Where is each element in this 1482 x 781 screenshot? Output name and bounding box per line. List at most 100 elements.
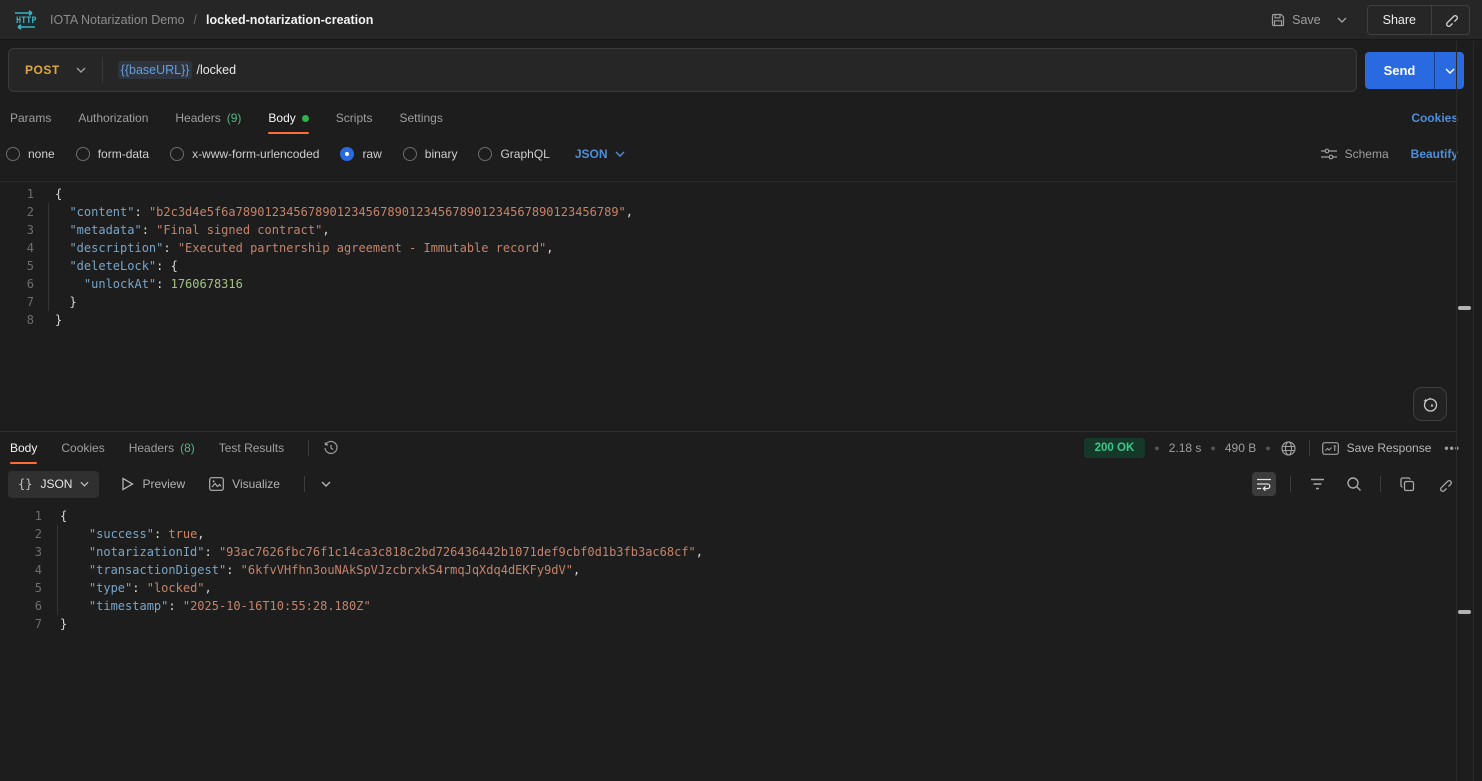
svg-text:HTTP: HTTP [16,16,36,26]
word-wrap-button[interactable] [1252,472,1276,496]
method-selector[interactable]: POST [9,63,76,77]
body-type-graphql[interactable]: GraphQL [478,147,549,161]
braces-icon: {} [18,477,32,491]
response-body-editor[interactable]: 1{2 "success": true,3 "notarizationId": … [0,504,1456,781]
body-type-binary[interactable]: binary [403,147,458,161]
schema-button[interactable]: Schema [1321,147,1389,161]
body-type-none[interactable]: none [6,147,55,161]
body-type-selector: none form-data x-www-form-urlencoded raw… [0,138,1300,170]
response-link-button[interactable] [1432,472,1456,496]
tab-settings[interactable]: Settings [399,102,442,134]
url-input[interactable]: {{baseURL}} /locked [118,61,236,79]
code-text: "metadata": "Final signed contract", [34,223,330,237]
cookies-link[interactable]: Cookies [1411,102,1458,134]
visualize-button[interactable]: Visualize [209,477,280,491]
code-line[interactable]: 6 "timestamp": "2025-10-16T10:55:28.180Z… [0,597,1456,615]
code-line[interactable]: 1{ [0,507,1456,525]
code-line[interactable]: 7} [0,615,1456,633]
format-more-button[interactable] [321,481,331,487]
beautify-button[interactable]: Beautify [1411,147,1458,161]
response-scrollbar-thumb[interactable] [1458,610,1471,614]
globe-icon [1280,440,1297,457]
line-number: 3 [0,545,42,559]
filter-button[interactable] [1305,472,1329,496]
separator [1290,476,1291,492]
code-line[interactable]: 7 } [0,293,1456,311]
send-button[interactable]: Send [1365,52,1434,89]
chevron-down-icon [80,481,89,487]
tab-body[interactable]: Body [268,102,308,134]
code-line[interactable]: 3 "metadata": "Final signed contract", [0,221,1456,239]
line-number: 4 [0,563,42,577]
preview-button[interactable]: Preview [121,477,185,491]
breadcrumb-collection[interactable]: IOTA Notarization Demo [50,13,185,27]
code-text: { [34,187,62,201]
code-line[interactable]: 8} [0,311,1456,329]
chevron-down-icon [321,481,331,487]
tab-headers[interactable]: Headers(9) [175,102,241,134]
code-text: } [42,617,67,631]
code-line[interactable]: 6 "unlockAt": 1760678316 [0,275,1456,293]
response-format-selector[interactable]: {} JSON [8,471,99,498]
network-info-button[interactable] [1280,440,1297,457]
filter-icon [1310,478,1325,490]
code-text: "type": "locked", [42,581,212,595]
body-type-urlencoded[interactable]: x-www-form-urlencoded [170,147,319,161]
tab-params[interactable]: Params [10,102,51,134]
headers-count: (9) [227,111,242,125]
url-variable[interactable]: {{baseURL}} [118,61,193,79]
code-line[interactable]: 4 "transactionDigest": "6kfvVHfhn3ouNAkS… [0,561,1456,579]
indent-guide [57,525,58,615]
postbot-sparkle-icon [1421,395,1439,413]
response-size[interactable]: 490 B [1225,441,1256,455]
breadcrumb-request-name[interactable]: locked-notarization-creation [206,13,373,27]
response-time[interactable]: 2.18 s [1169,441,1202,455]
code-line[interactable]: 5 "deleteLock": { [0,257,1456,275]
code-line[interactable]: 2 "success": true, [0,525,1456,543]
method-dropdown-button[interactable] [76,67,102,73]
code-line[interactable]: 4 "description": "Executed partnership a… [0,239,1456,257]
code-line[interactable]: 2 "content": "b2c3d4e5f6a789012345678901… [0,203,1456,221]
right-rail [1456,41,1474,781]
response-tab-body[interactable]: Body [10,432,37,464]
response-tab-cookies[interactable]: Cookies [61,432,104,464]
chevron-down-icon [1445,68,1455,74]
line-number: 6 [0,599,42,613]
save-options-button[interactable] [1329,11,1355,29]
body-type-raw[interactable]: raw [340,147,381,161]
separator [1380,476,1381,492]
line-number: 3 [0,223,34,237]
body-type-form-data[interactable]: form-data [76,147,149,161]
raw-format-selector[interactable]: JSON [575,147,625,161]
copy-link-button[interactable] [1432,12,1469,27]
chevron-down-icon [76,67,86,73]
postman-app-window: HTTP IOTA Notarization Demo / locked-not… [0,0,1482,781]
response-tab-test-results[interactable]: Test Results [219,432,284,464]
save-response-button[interactable]: Save Response [1322,441,1432,455]
share-button[interactable]: Share [1368,13,1431,27]
separator [1309,440,1310,456]
code-text: "timestamp": "2025-10-16T10:55:28.180Z" [42,599,371,613]
clock-history-icon [323,440,339,456]
code-line[interactable]: 1{ [0,185,1456,203]
code-line[interactable]: 5 "type": "locked", [0,579,1456,597]
copy-response-button[interactable] [1395,472,1419,496]
code-text: "unlockAt": 1760678316 [34,277,243,291]
code-text: "success": true, [42,527,205,541]
tab-scripts[interactable]: Scripts [336,102,373,134]
tab-authorization[interactable]: Authorization [78,102,148,134]
request-scrollbar-thumb[interactable] [1458,306,1471,310]
request-body-editor[interactable]: 1{2 "content": "b2c3d4e5f6a7890123456789… [0,181,1456,431]
url-path: /locked [196,63,236,77]
response-history-button[interactable] [323,440,339,456]
method-url-divider [102,57,103,83]
separator [304,476,305,492]
status-badge[interactable]: 200 OK [1084,438,1146,458]
search-button[interactable] [1342,472,1366,496]
code-line[interactable]: 3 "notarizationId": "93ac7626fbc76f1c14c… [0,543,1456,561]
response-tab-headers[interactable]: Headers(8) [129,432,195,464]
postbot-button[interactable] [1413,387,1447,421]
code-text: } [34,313,62,327]
code-text: "transactionDigest": "6kfvVHfhn3ouNAkSpV… [42,563,580,577]
save-button[interactable]: Save [1263,7,1329,33]
